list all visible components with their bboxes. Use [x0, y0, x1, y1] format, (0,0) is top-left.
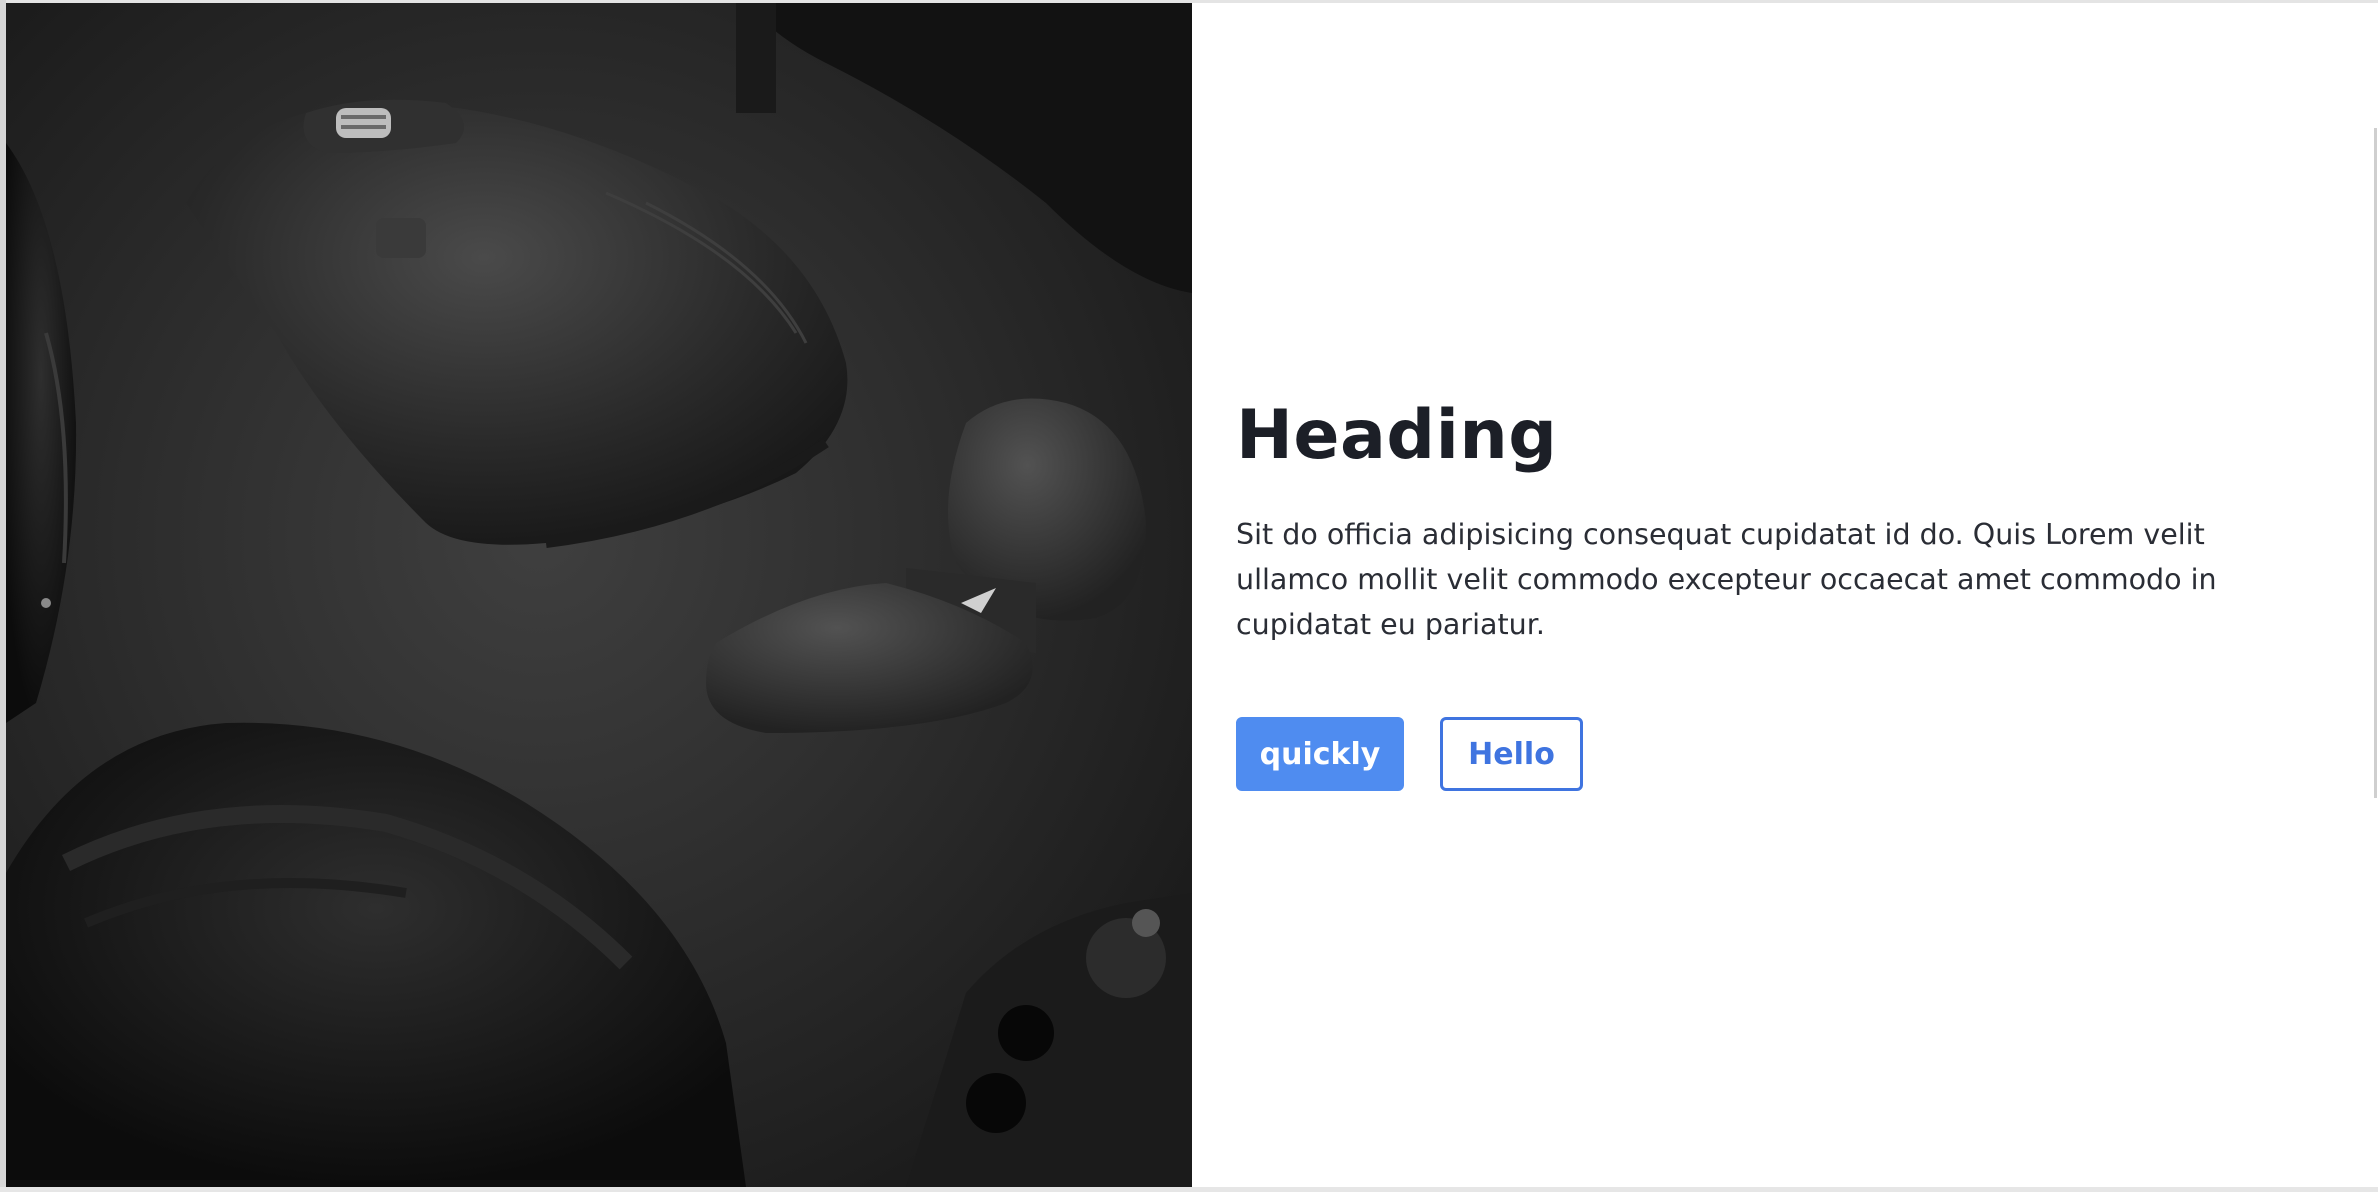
- mouse-body: [186, 102, 848, 545]
- body-text: Sit do officia adipisicing consequat cup…: [1236, 518, 2217, 641]
- scrollbar-edge: [2374, 128, 2377, 798]
- content-panel: Heading Sit do officia adipisicing conse…: [1236, 390, 2336, 791]
- thumb-wheel: [376, 218, 426, 258]
- button-group: quickly Hello: [1236, 717, 2336, 791]
- bottom-border: [0, 1187, 2378, 1192]
- hello-button[interactable]: Hello: [1440, 717, 1583, 791]
- monitor-edge: [736, 3, 776, 113]
- page: Heading Sit do officia adipisicing conse…: [0, 0, 2378, 1192]
- page-heading: Heading: [1236, 396, 1558, 475]
- scroll-wheel: [336, 108, 391, 138]
- monitor-stand: [746, 3, 1192, 293]
- left-lens: [6, 143, 77, 723]
- hero-image: [6, 3, 1192, 1187]
- camera-lens: [6, 722, 746, 1187]
- quickly-button[interactable]: quickly: [1236, 717, 1404, 791]
